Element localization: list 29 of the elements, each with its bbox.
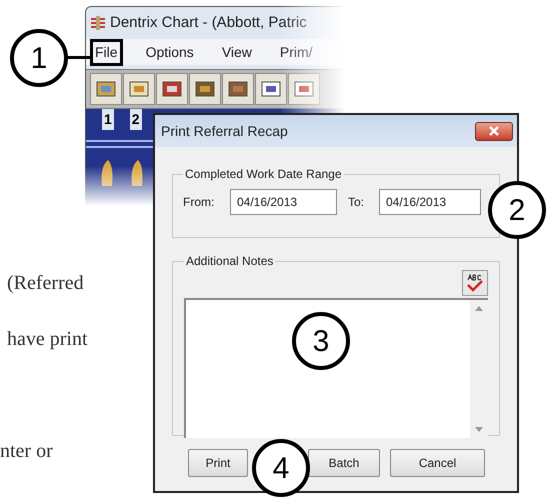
leader-line <box>66 56 90 59</box>
app-logo-icon <box>90 15 106 31</box>
body-text: have print <box>7 327 88 352</box>
tooth-number: 2 <box>130 109 142 130</box>
menu-item[interactable]: Prim/ <box>274 38 318 66</box>
dialog-button[interactable]: Batch <box>308 449 380 477</box>
dialog-button[interactable]: Print <box>188 449 248 477</box>
menu-item[interactable]: File <box>90 38 123 66</box>
group-label: Additional Notes <box>185 253 274 270</box>
spell-check-button[interactable] <box>462 270 488 296</box>
close-icon <box>488 126 500 136</box>
notes-field[interactable] <box>184 298 488 438</box>
group-label: Completed Work Date Range <box>184 166 343 183</box>
to-date-field[interactable]: 04/16/2013 <box>379 189 481 215</box>
spell-check-icon <box>465 273 485 293</box>
callout-number: 2 <box>488 181 546 239</box>
close-button[interactable] <box>475 122 513 140</box>
field-label: From: <box>183 194 216 211</box>
window-title: Dentrix Chart - (Abbott, Patric <box>110 12 307 33</box>
tooth-number: 1 <box>102 109 114 130</box>
dialog-button[interactable]: Cancel <box>390 449 485 477</box>
menu-item[interactable]: View <box>216 38 257 66</box>
field-label: To: <box>348 194 366 211</box>
body-text: nter or <box>0 439 53 464</box>
dialog-title: Print Referral Recap <box>161 122 288 141</box>
body-text: (Referred <box>7 271 84 296</box>
from-date-field[interactable]: 04/16/2013 <box>230 189 337 215</box>
menu-item[interactable]: Options <box>140 38 199 66</box>
callout-number: 1 <box>10 29 68 87</box>
